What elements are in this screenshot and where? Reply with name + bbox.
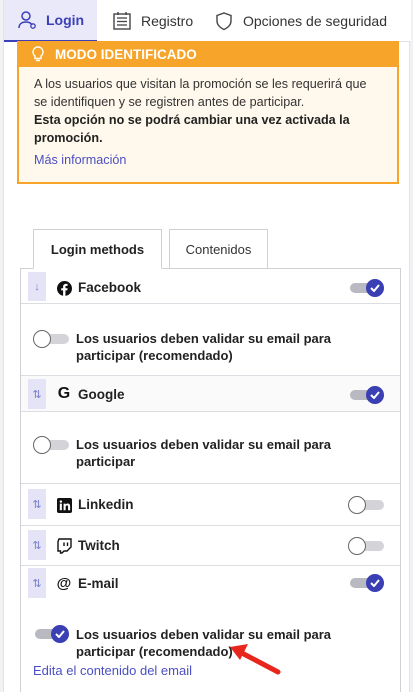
app-frame: Login Registro Opciones de seguridad MOD…	[3, 0, 411, 692]
tab-opciones-label: Opciones de seguridad	[243, 13, 387, 29]
at-icon: @	[56, 574, 72, 592]
method-label: Facebook	[78, 280, 142, 295]
method-label: Twitch	[78, 538, 120, 553]
user-icon	[16, 9, 38, 31]
more-info-link[interactable]: Más información	[34, 151, 383, 169]
validate-email-label: Los usuarios deben validar su email para…	[76, 437, 332, 469]
top-tab-bar: Login Registro Opciones de seguridad	[4, 0, 411, 42]
linkedin-toggle[interactable]	[348, 494, 388, 516]
linkedin-icon	[56, 497, 72, 513]
drag-handle-icon[interactable]: ↓	[28, 272, 46, 301]
drag-handle-icon[interactable]: ⇅	[28, 489, 46, 519]
shield-icon	[213, 10, 235, 32]
drag-handle-icon[interactable]: ⇅	[28, 379, 46, 409]
method-label: Google	[78, 387, 125, 402]
facebook-icon	[56, 280, 72, 296]
tab-login[interactable]: Login	[4, 0, 97, 42]
twitch-icon	[56, 538, 72, 554]
tab-login-methods[interactable]: Login methods	[33, 229, 162, 269]
email-toggle[interactable]	[348, 572, 388, 594]
drag-handle-icon[interactable]: ⇅	[28, 568, 46, 598]
notice-bold-text: Esta opción no se podrá cambiar una vez …	[34, 113, 350, 145]
method-row-twitch: ⇅ Twitch	[21, 526, 400, 566]
tab-login-label: Login	[46, 12, 85, 28]
tab-contenidos[interactable]: Contenidos	[169, 229, 268, 269]
inner-tab-bar: Login methods Contenidos	[33, 229, 268, 269]
edit-email-content-link[interactable]: Edita el contenido del email	[33, 663, 192, 678]
google-validate-row: Los usuarios deben validar su email para…	[21, 412, 400, 484]
method-row-facebook: ↓ Facebook	[21, 269, 400, 304]
method-row-email: ⇅ @ E-mail	[21, 566, 400, 601]
form-icon	[111, 10, 133, 32]
twitch-toggle[interactable]	[348, 535, 388, 557]
validate-email-label: Los usuarios deben validar su email para…	[76, 331, 332, 363]
email-validate-toggle[interactable]	[33, 623, 73, 645]
tab-registro[interactable]: Registro	[97, 0, 207, 42]
email-validate-row: Los usuarios deben validar su email para…	[21, 601, 400, 692]
method-row-linkedin: ⇅ Linkedin	[21, 484, 400, 526]
facebook-validate-toggle[interactable]	[33, 328, 73, 350]
google-validate-toggle[interactable]	[33, 434, 73, 456]
facebook-validate-row: Los usuarios deben validar su email para…	[21, 304, 400, 376]
notice-title: MODO IDENTIFICADO	[55, 46, 197, 62]
login-methods-panel: ↓ Facebook Los usuarios deben validar su…	[20, 268, 401, 692]
method-label: Linkedin	[78, 497, 134, 512]
drag-handle-icon[interactable]: ⇅	[28, 530, 46, 560]
notice-text: A los usuarios que visitan la promoción …	[34, 77, 367, 109]
annotation-arrow-icon	[230, 644, 281, 675]
identified-mode-notice: MODO IDENTIFICADO A los usuarios que vis…	[17, 41, 399, 184]
facebook-toggle[interactable]	[348, 277, 388, 299]
google-icon: G	[57, 385, 71, 402]
tab-registro-label: Registro	[141, 13, 194, 29]
method-row-google: ⇅ G Google	[21, 376, 400, 412]
tab-opciones-seguridad[interactable]: Opciones de seguridad	[207, 0, 399, 42]
method-label: E-mail	[78, 576, 119, 591]
notice-header: MODO IDENTIFICADO	[19, 41, 397, 67]
lightbulb-icon	[31, 46, 45, 62]
google-toggle[interactable]	[348, 384, 388, 406]
